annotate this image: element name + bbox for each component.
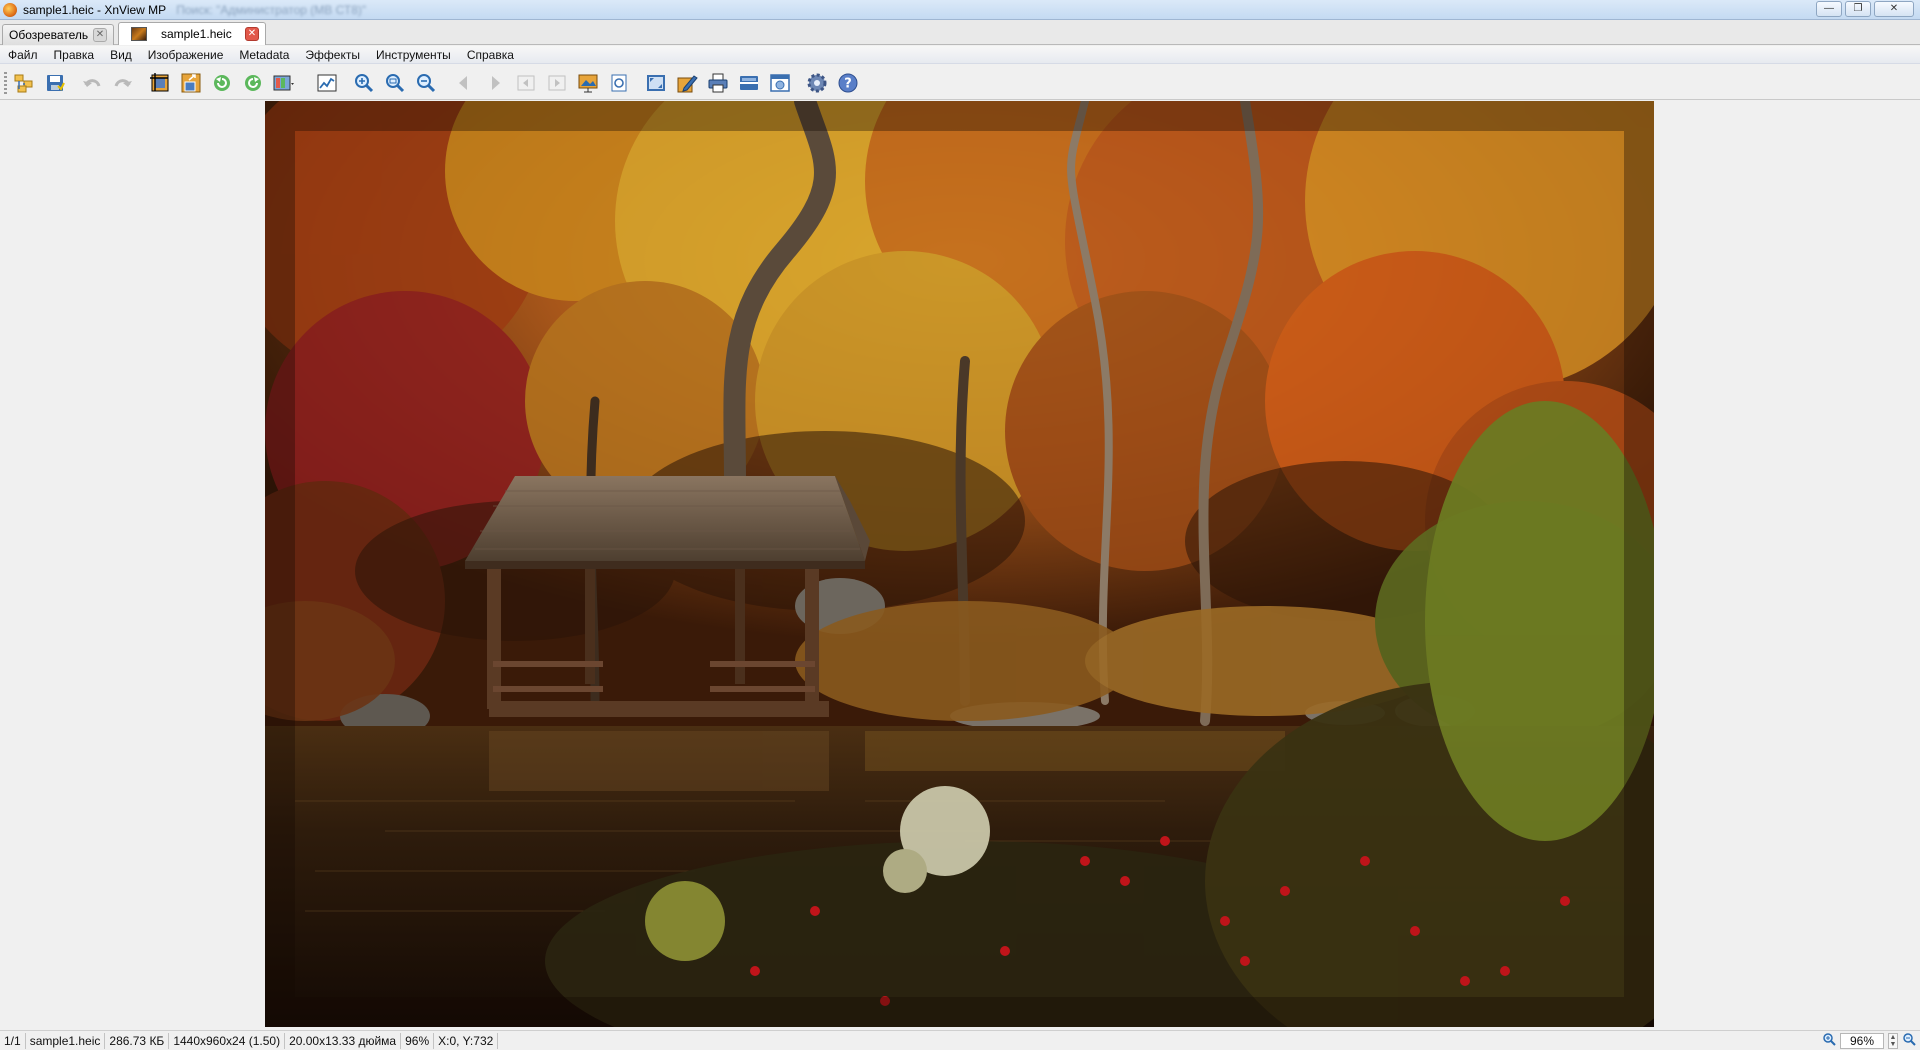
zoom-fit-icon[interactable] xyxy=(383,71,407,95)
status-print-size: 20.00x13.33 дюйма xyxy=(285,1032,402,1049)
tab-bar: Обозреватель ✕ sample1.heic ✕ xyxy=(0,20,1920,45)
tab-image-label: sample1.heic xyxy=(161,27,232,41)
status-filesize: 286.73 КБ xyxy=(105,1032,170,1049)
toolbar-grip[interactable] xyxy=(4,72,7,94)
zoom-in-small-icon[interactable] xyxy=(1822,1032,1836,1049)
zoom-in-icon[interactable] xyxy=(352,71,376,95)
settings-icon[interactable] xyxy=(805,71,829,95)
info-icon[interactable] xyxy=(607,71,631,95)
zoom-controls: 96% ▲ ▼ xyxy=(1822,1032,1916,1049)
resize-icon[interactable] xyxy=(179,71,203,95)
first-icon[interactable] xyxy=(514,71,538,95)
status-cursor-position: X:0, Y:732 xyxy=(434,1032,499,1049)
menu-image[interactable]: Изображение xyxy=(148,48,224,62)
tab-browser-label: Обозреватель xyxy=(9,28,89,42)
next-icon[interactable] xyxy=(483,71,507,95)
zoom-out-small-icon[interactable] xyxy=(1902,1032,1916,1049)
svg-text:?: ? xyxy=(844,77,852,92)
slideshow-icon[interactable] xyxy=(576,71,600,95)
status-dimensions: 1440x960x24 (1.50) xyxy=(169,1032,286,1049)
color-adjust-icon[interactable] xyxy=(272,71,296,95)
tab-browser[interactable]: Обозреватель ✕ xyxy=(2,24,114,45)
toolbar: ? xyxy=(0,65,1920,100)
help-icon[interactable]: ? xyxy=(836,71,860,95)
menu-edit[interactable]: Правка xyxy=(54,48,95,62)
browser-icon[interactable] xyxy=(12,71,36,95)
fullscreen-icon[interactable] xyxy=(644,71,668,95)
close-tab-image-icon[interactable]: ✕ xyxy=(245,27,259,41)
menu-tools[interactable]: Инструменты xyxy=(376,48,451,62)
redo-icon[interactable] xyxy=(111,71,135,95)
image-thumbnail-icon xyxy=(131,27,147,41)
print-icon[interactable] xyxy=(706,71,730,95)
status-filename: sample1.heic xyxy=(26,1032,106,1049)
menu-view[interactable]: Вид xyxy=(110,48,132,62)
image-viewer[interactable] xyxy=(0,101,1920,1028)
maximize-button[interactable]: ❐ xyxy=(1845,1,1871,17)
status-index: 1/1 xyxy=(0,1032,26,1049)
menu-file[interactable]: Файл xyxy=(8,48,38,62)
menu-metadata[interactable]: Metadata xyxy=(239,48,289,62)
window-subtitle: Поиск: "Администратор (МВ СТ8)" xyxy=(176,2,367,17)
menu-bar: Файл Правка Вид Изображение Metadata Эфф… xyxy=(0,46,1920,64)
close-window-button[interactable]: ✕ xyxy=(1874,1,1914,17)
title-bar: sample1.heic - XnView MP Поиск: "Админис… xyxy=(0,0,1920,20)
zoom-level-input[interactable]: 96% xyxy=(1840,1032,1884,1049)
save-icon[interactable] xyxy=(43,71,67,95)
tab-image[interactable]: sample1.heic ✕ xyxy=(118,22,266,45)
status-bar: 1/1 sample1.heic 286.73 КБ 1440x960x24 (… xyxy=(0,1030,1920,1050)
window-controls: — ❐ ✕ xyxy=(1816,1,1914,17)
menu-effects[interactable]: Эффекты xyxy=(305,48,360,62)
scan-icon[interactable] xyxy=(737,71,761,95)
undo-icon[interactable] xyxy=(80,71,104,95)
close-tab-browser-icon[interactable]: ✕ xyxy=(93,28,107,42)
zoom-out-icon[interactable] xyxy=(414,71,438,95)
xnview-app-icon[interactable] xyxy=(3,2,17,17)
prev-icon[interactable] xyxy=(452,71,476,95)
rotate-left-icon[interactable] xyxy=(210,71,234,95)
capture-icon[interactable] xyxy=(768,71,792,95)
status-zoom-percent: 96% xyxy=(401,1032,435,1049)
edit-icon[interactable] xyxy=(675,71,699,95)
zoom-spinner[interactable]: ▲ ▼ xyxy=(1888,1032,1898,1049)
levels-icon[interactable] xyxy=(315,71,339,95)
window-title: sample1.heic - XnView MP xyxy=(23,2,167,17)
autumn-lake-photo xyxy=(265,101,1654,1027)
rotate-right-icon[interactable] xyxy=(241,71,265,95)
minimize-button[interactable]: — xyxy=(1816,1,1842,17)
crop-icon[interactable] xyxy=(148,71,172,95)
last-icon[interactable] xyxy=(545,71,569,95)
menu-help[interactable]: Справка xyxy=(467,48,514,62)
